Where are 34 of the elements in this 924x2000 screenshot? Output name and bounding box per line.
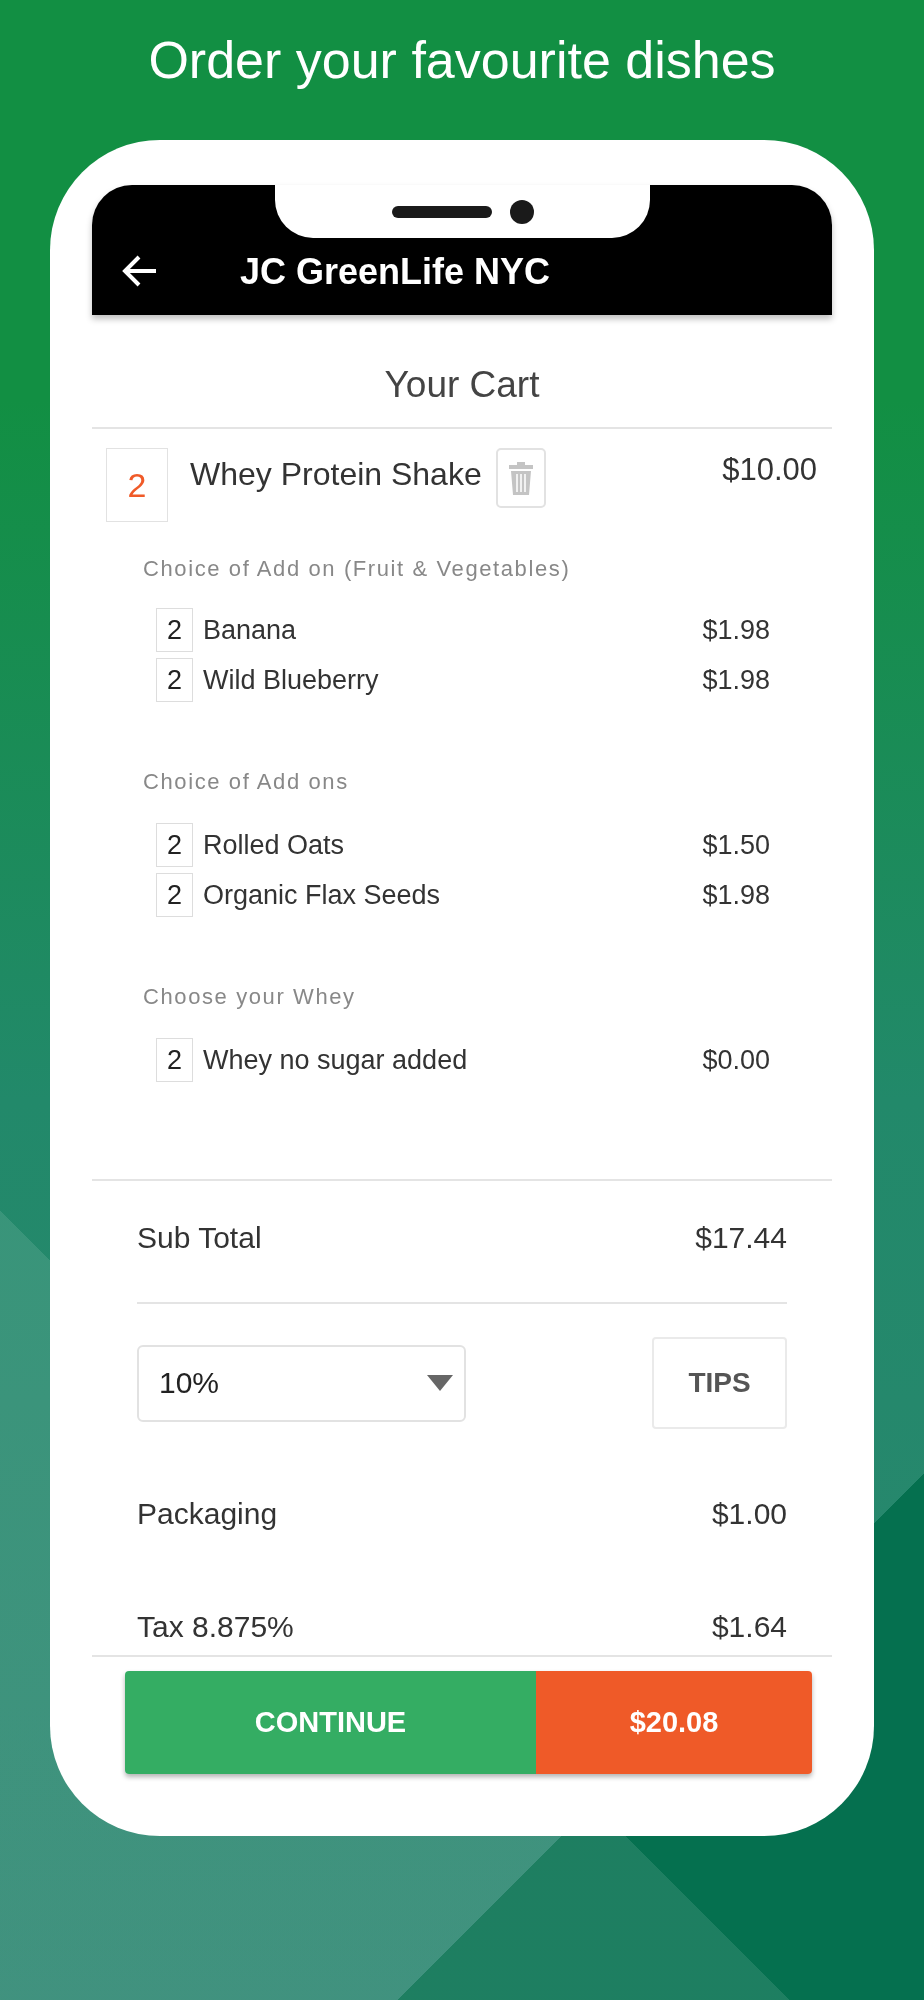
option-name: Whey no sugar added — [203, 1044, 469, 1076]
option-name: Rolled Oats — [203, 829, 346, 861]
quantity-field[interactable]: 2 — [156, 1038, 193, 1082]
subtotal-label: Sub Total — [137, 1221, 262, 1255]
quantity-field[interactable]: 2 — [156, 608, 193, 652]
option-group-label: Choose your Whey — [143, 985, 357, 1009]
app-title: JC GreenLife NYC — [240, 250, 551, 293]
trash-icon — [508, 461, 533, 495]
camera — [509, 199, 534, 224]
option-price: $1.50 — [702, 829, 770, 861]
tips-button[interactable]: TIPS — [652, 1337, 787, 1429]
option-group-label: Choice of Add ons — [143, 770, 350, 794]
option-price: $1.98 — [702, 879, 770, 911]
option-price: $1.98 — [702, 614, 770, 646]
option-price: $0.00 — [702, 1044, 770, 1076]
quantity-field[interactable]: 2 — [156, 823, 193, 867]
charge-amount: $1.00 — [711, 1497, 787, 1531]
quantity-field[interactable]: 2 — [156, 873, 193, 917]
quantity-field[interactable]: 2 — [156, 658, 193, 702]
item-price: $10.00 — [722, 452, 817, 488]
option-group-label: Choice of Add on (Fruit & Vegetables) — [143, 557, 572, 581]
charge-label: Packaging — [137, 1497, 278, 1531]
option-name: Wild Blueberry — [203, 664, 380, 696]
item-name: Whey Protein Shake — [190, 456, 482, 493]
option-name: Organic Flax Seeds — [203, 879, 442, 911]
subtotal-amount: $17.44 — [695, 1221, 787, 1255]
cart-title: Your Cart — [384, 363, 540, 407]
tip-dropdown[interactable]: 10% — [137, 1344, 466, 1422]
charge-label: Tax 8.875% — [137, 1610, 294, 1644]
option-name: Banana — [203, 614, 298, 646]
option-price: $1.98 — [702, 664, 770, 696]
headline: Order your favourite dishes — [148, 30, 776, 91]
charge-amount: $1.64 — [711, 1610, 787, 1644]
caret-icon — [426, 1374, 454, 1392]
